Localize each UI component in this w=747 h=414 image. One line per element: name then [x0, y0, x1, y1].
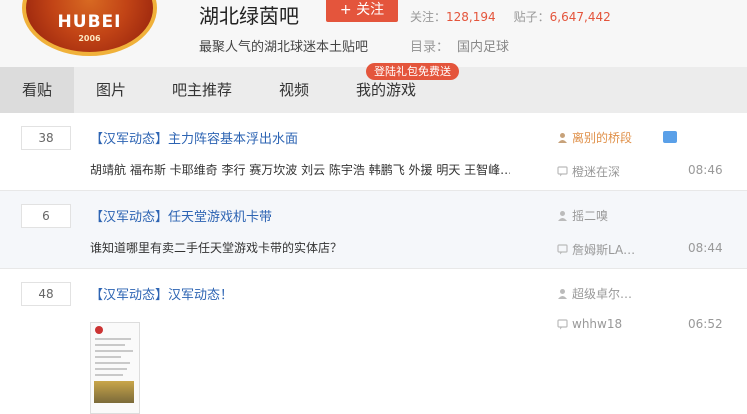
reply-count: 48	[21, 282, 71, 306]
thread-title[interactable]: 【汉军动态】任天堂游戏机卡带	[90, 206, 272, 225]
category-label: 目录：	[410, 40, 450, 55]
logo-year: 2006	[78, 34, 101, 43]
forum-category: 目录： 国内足球	[410, 36, 509, 55]
forum-nav: 看贴 图片 吧主推荐 视频 我的游戏 登陆礼包免费送	[0, 63, 747, 113]
last-replier-name[interactable]: 橙迷在深	[572, 163, 620, 180]
forum-name[interactable]: 湖北绿茵吧	[199, 0, 299, 29]
promo-badge[interactable]: 登陆礼包免费送	[366, 63, 459, 80]
reply-time: 08:46	[688, 163, 723, 177]
thread-abstract: 胡靖航 福布斯 卡耶维奇 李行 赛万坎波 刘云 陈宇浩 韩鹏飞 外援 明天 王智…	[90, 163, 510, 177]
forum-stats: 关注：128,194 贴子：6,647,442	[410, 8, 611, 25]
thread-title[interactable]: 【汉军动态】主力阵容基本浮出水面	[90, 128, 298, 147]
reply-icon	[557, 166, 568, 177]
posts-count: 6,647,442	[549, 10, 611, 24]
last-replier: whhw18	[557, 317, 622, 331]
tab-posts[interactable]: 看贴	[0, 67, 74, 113]
reply-count: 6	[21, 204, 71, 228]
category-link[interactable]: 国内足球	[457, 40, 509, 55]
author-name[interactable]: 离别的桥段	[572, 129, 632, 146]
thread-abstract: 谁知道哪里有卖二手任天堂游戏卡带的实体店？	[90, 241, 343, 255]
last-replier: 橙迷在深	[557, 163, 620, 180]
thread-author: 超级卓尔…	[557, 285, 632, 302]
reply-time: 06:52	[688, 317, 723, 331]
followers-label: 关注：	[410, 10, 447, 24]
user-icon	[558, 133, 567, 143]
user-icon	[558, 211, 567, 221]
posts-label: 贴子：	[513, 10, 550, 24]
followers-count: 128,194	[446, 10, 496, 24]
last-replier-name[interactable]: 詹姆斯LA…	[572, 241, 635, 258]
tab-recommended[interactable]: 吧主推荐	[172, 67, 232, 113]
author-name[interactable]: 摇二嗅	[572, 207, 608, 224]
thread-title[interactable]: 【汉军动态】汉军动态！	[90, 284, 233, 303]
reply-icon	[557, 318, 568, 329]
last-replier: 詹姆斯LA…	[557, 241, 635, 258]
logo-text: HUBEI	[57, 12, 122, 32]
forum-slogan: 最聚人气的湖北球迷本土贴吧	[199, 40, 369, 55]
tab-videos[interactable]: 视频	[279, 67, 309, 113]
member-badge-icon	[663, 131, 677, 143]
thread-row: 38 【汉军动态】主力阵容基本浮出水面 胡靖航 福布斯 卡耶维奇 李行 赛万坎波…	[0, 113, 747, 191]
reply-time: 08:44	[688, 241, 723, 255]
thread-row: 6 【汉军动态】任天堂游戏机卡带 谁知道哪里有卖二手任天堂游戏卡带的实体店？ 摇…	[0, 191, 747, 269]
thread-author: 摇二嗅	[557, 207, 608, 224]
author-name[interactable]: 超级卓尔…	[572, 285, 632, 302]
tab-images[interactable]: 图片	[96, 67, 126, 113]
reply-count: 38	[21, 126, 71, 150]
reply-icon	[557, 244, 568, 255]
forum-logo[interactable]: HUBEI 2006	[22, 0, 157, 56]
follow-button[interactable]: + 关注	[326, 0, 398, 22]
user-icon	[558, 289, 567, 299]
thread-image-thumbnail[interactable]	[90, 322, 140, 414]
thread-author: 离别的桥段	[557, 129, 632, 146]
forum-header: HUBEI 2006 湖北绿茵吧 + 关注 关注：128,194 贴子：6,647…	[0, 0, 747, 67]
last-replier-name[interactable]: whhw18	[572, 317, 622, 331]
